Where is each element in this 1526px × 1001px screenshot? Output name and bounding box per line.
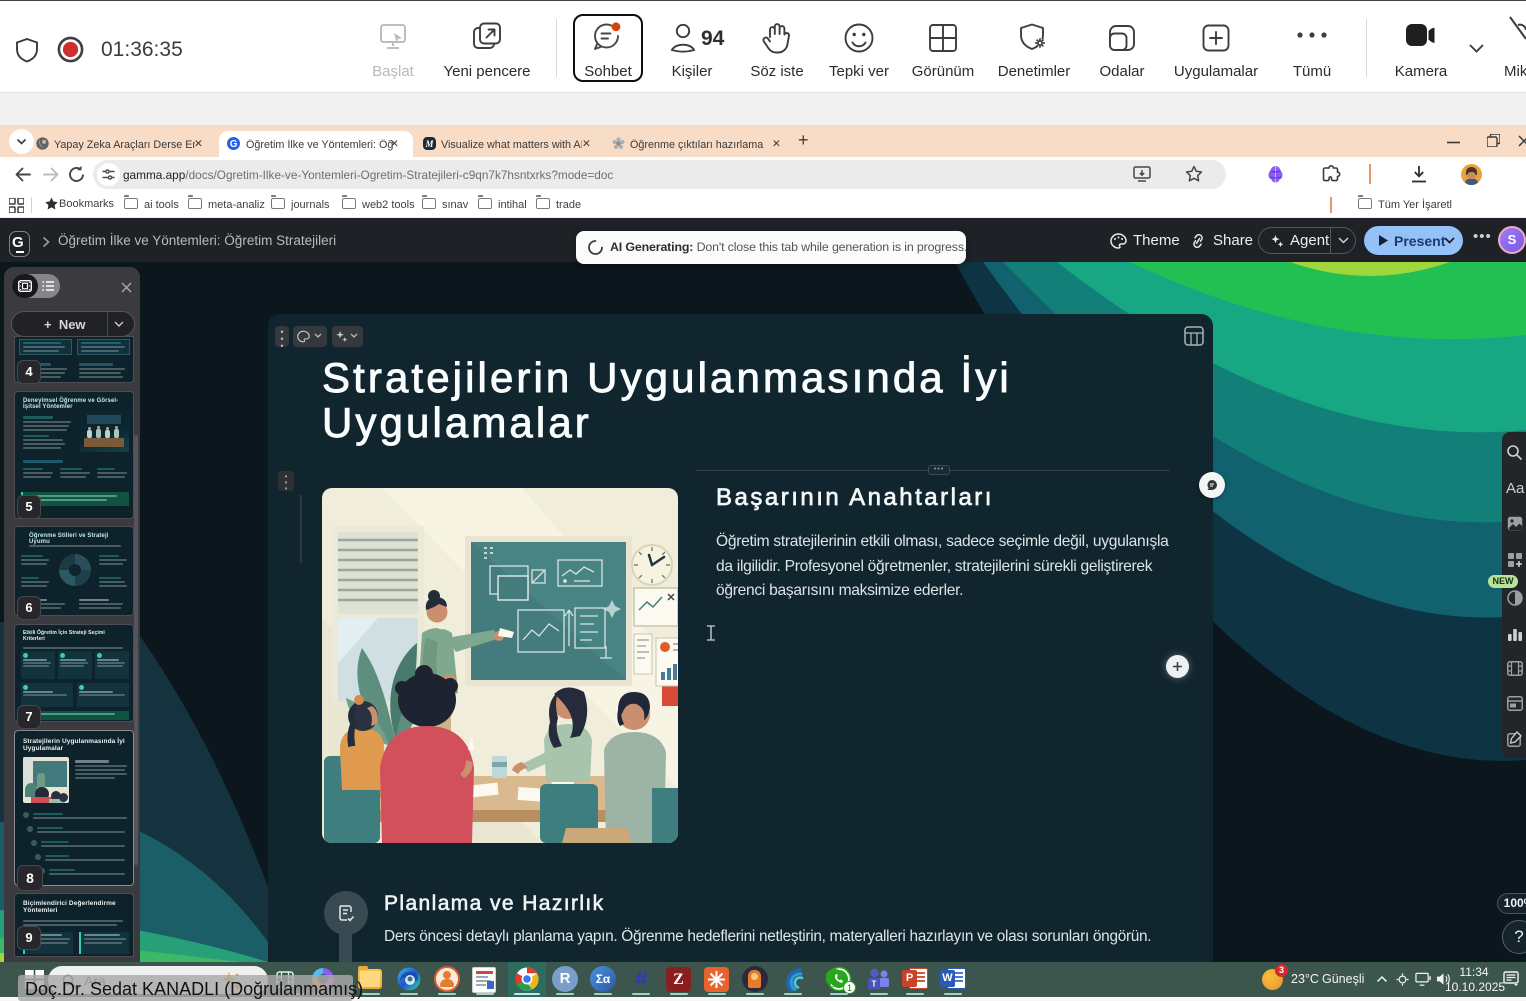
svg-text:M: M [425,139,435,149]
svg-text:G: G [230,139,238,150]
svg-text:T: T [872,980,877,989]
